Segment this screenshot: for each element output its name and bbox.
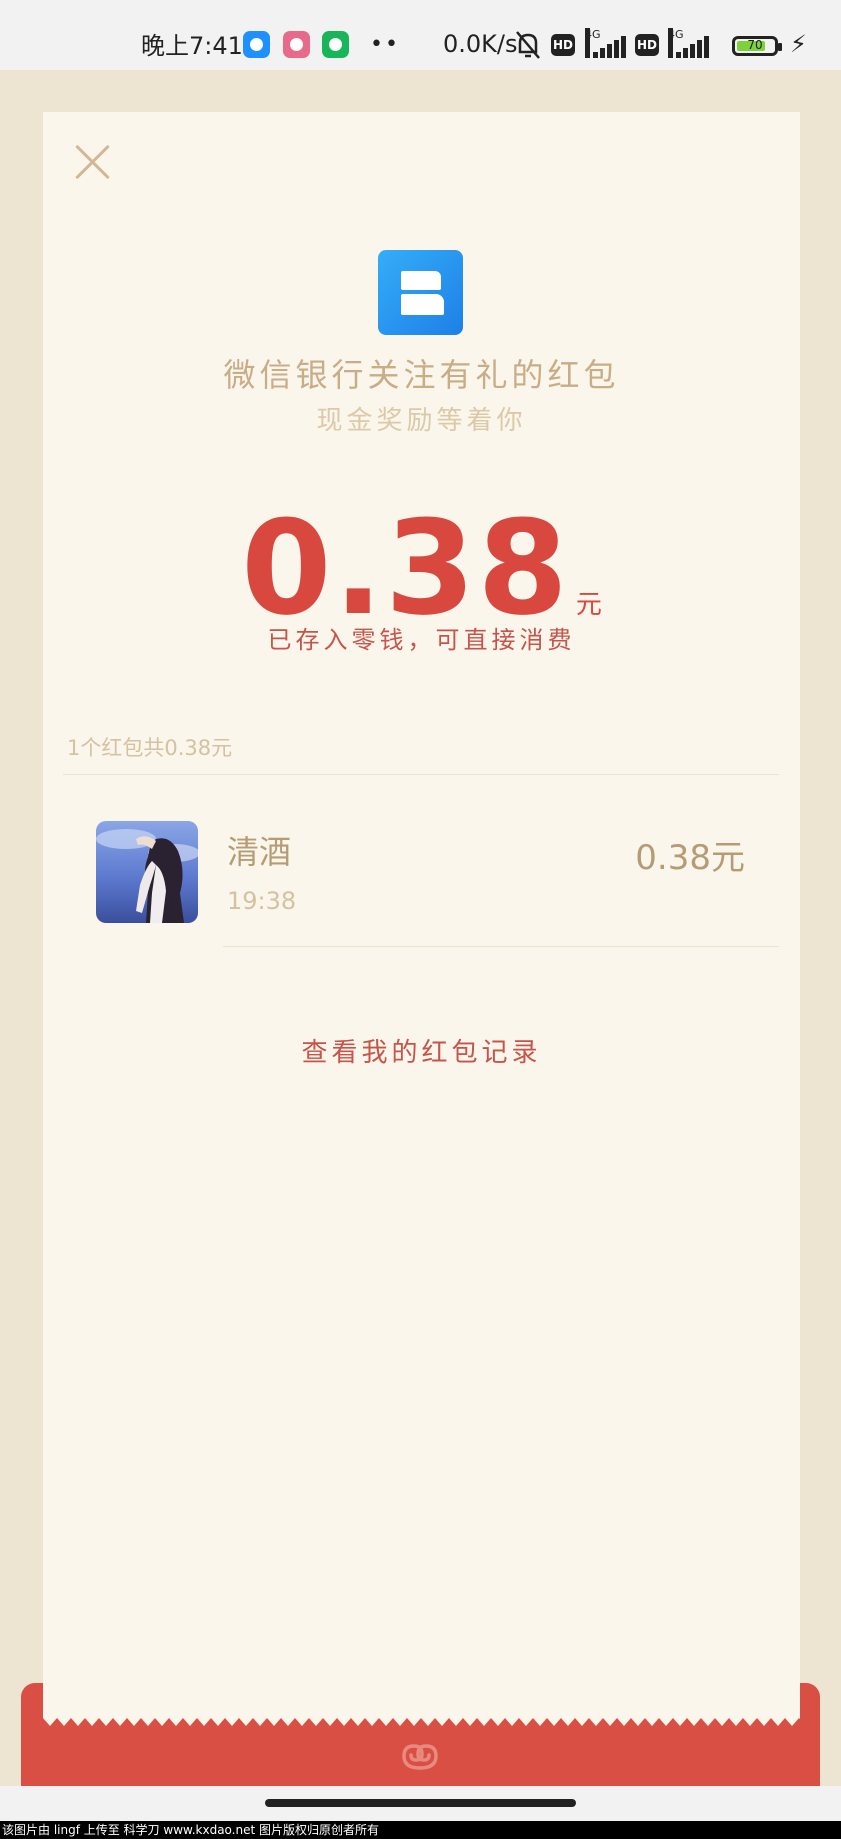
- navigation-bar: [0, 1786, 841, 1821]
- status-bar: 晚上7:41 •• 0.0K/s HD 4G HD 4G 70 ⚡: [0, 0, 841, 70]
- bell-mute-icon: [516, 31, 540, 59]
- app-notification-icon: [283, 31, 310, 58]
- status-time: 晚上7:41: [141, 32, 243, 60]
- network-speed: 0.0K/s: [443, 30, 518, 58]
- message-notification-icon: [322, 31, 349, 58]
- sender-subtitle: 现金奖励等着你: [316, 406, 527, 436]
- sender-title: 微信银行关注有礼的红包: [223, 356, 620, 394]
- red-packet-detail-card: 微信银行关注有礼的红包 现金奖励等着你 0.38 元 已存入零钱，可直接消费 1个…: [43, 112, 800, 1712]
- record-amount: 0.38元: [635, 838, 745, 878]
- divider: [63, 774, 779, 775]
- close-icon[interactable]: [73, 142, 113, 182]
- more-notifications-icon: ••: [370, 32, 400, 57]
- charging-icon: ⚡: [790, 30, 807, 58]
- view-records-link[interactable]: 查看我的红包记录: [43, 1032, 800, 1069]
- hd-voice-icon: HD: [551, 34, 575, 56]
- battery-icon: 70: [732, 36, 782, 56]
- deposit-status: 已存入零钱，可直接消费: [267, 626, 576, 654]
- envelope-swirl-icon: [402, 1744, 438, 1770]
- home-indicator[interactable]: [265, 1799, 576, 1807]
- record-time: 19:38: [227, 887, 297, 915]
- avatar[interactable]: [96, 821, 198, 923]
- record-name: 清酒: [227, 833, 292, 871]
- zigzag-edge: [43, 1706, 800, 1726]
- signal-icon: 4G: [585, 28, 627, 60]
- hd-voice-icon: HD: [635, 34, 659, 56]
- amount-unit: 元: [575, 590, 602, 620]
- watermark: 该图片由 lingf 上传至 科学刀 www.kxdao.net 图片版权归原创…: [0, 1821, 841, 1839]
- signal-icon: 4G: [668, 28, 710, 60]
- divider: [223, 946, 779, 947]
- packet-summary: 1个红包共0.38元: [67, 736, 233, 760]
- qq-notification-icon: [243, 31, 270, 58]
- bank-logo-icon: [378, 250, 463, 335]
